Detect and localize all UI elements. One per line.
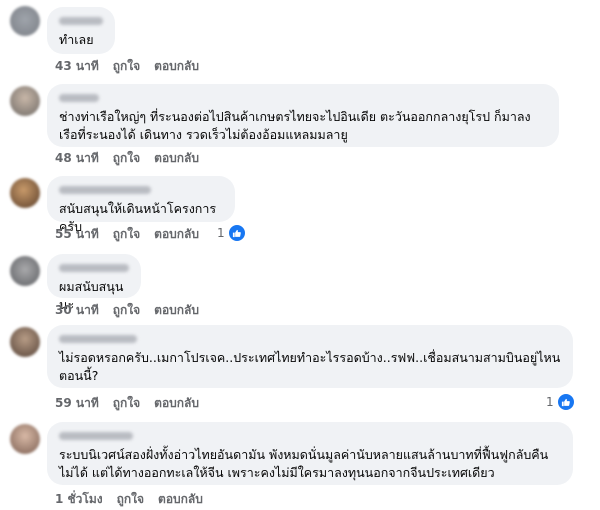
reply-button[interactable]: ตอบกลับ (154, 57, 199, 76)
comment-meta: 48 นาที ถูกใจ ตอบกลับ (55, 149, 199, 168)
comment-time[interactable]: 43 นาที (55, 57, 99, 76)
comment-bubble: สนับสนุนให้เดินหน้าโครงการครับ (47, 176, 235, 234)
comment-author[interactable] (59, 17, 103, 25)
comment-bubble: ผมสนับสนุนนะ (47, 254, 141, 312)
comment-meta: 43 นาที ถูกใจ ตอบกลับ (55, 57, 199, 76)
comment-bubble: ทำเลย (47, 7, 115, 54)
comment-time[interactable]: 59 นาที (55, 394, 99, 413)
avatar[interactable] (10, 424, 40, 454)
comment-bubble: ไม่รอดหรอกครับ..เมกาโปรเจค..ประเทศไทยทำอ… (47, 325, 573, 388)
comment-meta: 1 ชั่วโมง ถูกใจ ตอบกลับ (55, 490, 203, 509)
like-button[interactable]: ถูกใจ (117, 490, 144, 509)
avatar[interactable] (10, 327, 40, 357)
comment-time[interactable]: 55 นาที (55, 225, 99, 244)
comment-author[interactable] (59, 432, 133, 440)
avatar[interactable] (10, 6, 40, 36)
like-button[interactable]: ถูกใจ (113, 301, 140, 320)
comment-bubble: ระบบนิเวศน์สองฝั่งทั้งอ่าวไทยอันดามัน พั… (47, 422, 573, 485)
thumbs-up-icon (556, 393, 575, 411)
comment-text: ช่างท่าเรือใหญ่ๆ ที่ระนองต่อไปสินค้าเกษต… (59, 109, 531, 142)
thumbs-up-icon (227, 224, 246, 242)
reply-button[interactable]: ตอบกลับ (154, 394, 199, 413)
comment-text: ไม่รอดหรอกครับ..เมกาโปรเจค..ประเทศไทยทำอ… (59, 350, 561, 383)
reaction-number: 1 (546, 395, 554, 409)
reply-button[interactable]: ตอบกลับ (158, 490, 203, 509)
avatar[interactable] (10, 256, 40, 286)
comment-author[interactable] (59, 335, 137, 343)
comment-time[interactable]: 48 นาที (55, 149, 99, 168)
comment-meta: 30 นาที ถูกใจ ตอบกลับ (55, 301, 199, 320)
like-button[interactable]: ถูกใจ (113, 57, 140, 76)
like-button[interactable]: ถูกใจ (113, 225, 140, 244)
like-button[interactable]: ถูกใจ (113, 394, 140, 413)
comment-time[interactable]: 30 นาที (55, 301, 99, 320)
reply-button[interactable]: ตอบกลับ (154, 301, 199, 320)
comment-meta: 55 นาที ถูกใจ ตอบกลับ (55, 225, 199, 244)
reaction-count[interactable]: 1 (546, 393, 575, 411)
comment-text: ระบบนิเวศน์สองฝั่งทั้งอ่าวไทยอันดามัน พั… (59, 447, 549, 480)
comment-text: ทำเลย (59, 32, 94, 47)
comment-meta: 59 นาที ถูกใจ ตอบกลับ (55, 394, 199, 413)
avatar[interactable] (10, 86, 40, 116)
reaction-count[interactable]: 1 (217, 224, 246, 242)
comment-time[interactable]: 1 ชั่วโมง (55, 490, 103, 509)
reply-button[interactable]: ตอบกลับ (154, 225, 199, 244)
comment-author[interactable] (59, 94, 99, 102)
comment-author[interactable] (59, 264, 129, 272)
comment-author[interactable] (59, 186, 151, 194)
avatar[interactable] (10, 178, 40, 208)
reply-button[interactable]: ตอบกลับ (154, 149, 199, 168)
like-button[interactable]: ถูกใจ (113, 149, 140, 168)
comment-bubble: ช่างท่าเรือใหญ่ๆ ที่ระนองต่อไปสินค้าเกษต… (47, 84, 559, 147)
reaction-number: 1 (217, 226, 225, 240)
